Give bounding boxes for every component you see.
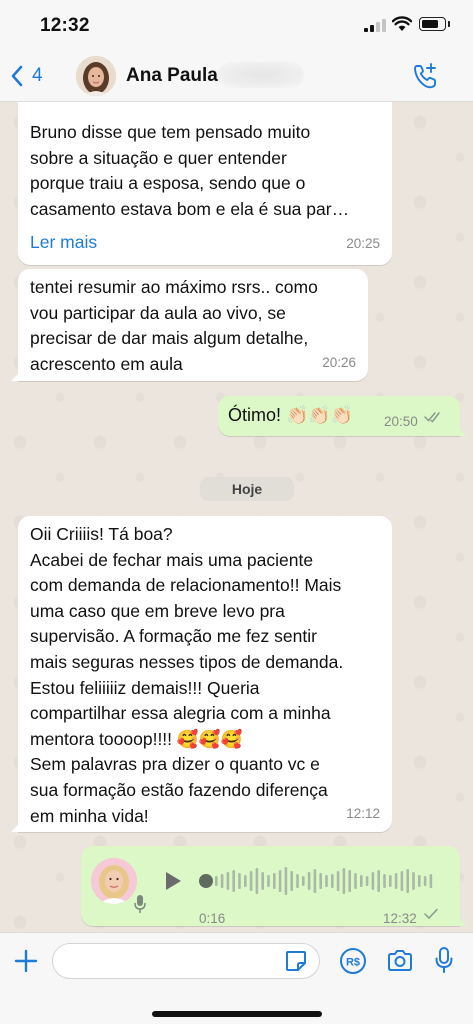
status-bar: 12:32 [0,0,473,50]
waveform-bar [215,876,218,886]
waveform-bar [371,872,375,890]
day-separator: Hoje [200,477,294,501]
voice-duration: 0:16 [199,911,226,926]
wifi-icon [392,16,412,31]
message-time: 20:50 [384,414,418,429]
message-text: Bruno disse que tem pensado muito sobre … [30,122,350,219]
waveform-bar [348,870,351,892]
waveform-bar [423,876,427,886]
waveform-bar [302,876,305,886]
message-bubble[interactable]: tentei resumir ao máximo rsrs.. como vou… [11,269,368,381]
contact-name[interactable]: Ana Paula [126,65,218,87]
waveform-bar [389,875,392,887]
waveform-bar [307,872,311,890]
waveform-bar [232,870,235,892]
unread-count: 4 [32,65,43,86]
message-bubble[interactable]: Oii Criiiis! Tá boa? Acabei de fechar ma… [11,516,392,832]
waveform-bar [412,872,415,890]
waveform-bar [261,872,264,890]
message-text: Oii Criiiis! Tá boa? Acabei de fechar ma… [30,524,344,826]
waveform-bar [394,873,398,889]
home-indicator [152,1011,322,1017]
playback-position[interactable] [199,874,213,888]
waveform-bar [325,875,328,887]
message-input[interactable] [52,943,320,979]
message-text: tentei resumir ao máximo rsrs.. como vou… [30,277,318,374]
play-icon[interactable] [163,870,183,892]
redacted-surname [218,62,304,88]
waveform-bar [226,872,230,890]
microphone-icon[interactable] [434,946,454,974]
status-time: 12:32 [40,15,90,36]
back-chevron-icon [11,65,23,87]
waveform-bar [284,867,288,895]
message-time: 12:32 [383,911,417,926]
waveform-bar [360,875,363,887]
back-button[interactable]: 4 [10,62,43,90]
waveform-bar [383,874,386,888]
read-more-link[interactable]: Ler mais [30,230,97,256]
message-time: 20:26 [322,355,356,371]
camera-icon[interactable] [386,949,414,973]
waveform-bar [249,871,253,891]
waveform-bar [406,869,409,893]
message-bubble[interactable]: Bruno disse que tem pensado muito sobre … [18,102,392,265]
chat-header: 4 Ana Paula [0,50,473,102]
battery-tip [448,21,450,27]
waveform-bar [278,870,282,892]
contact-avatar[interactable] [76,56,116,96]
waveform-bar [290,871,293,891]
message-text: Ótimo! 👏🏻👏🏻👏🏻 [228,405,354,425]
waveform-bar [319,873,322,889]
voice-message-bubble[interactable]: 0:16 12:32 [81,846,467,926]
pix-payment-icon[interactable]: R$ [339,947,367,975]
waveform-bar [255,868,259,894]
waveform-bar [296,874,299,888]
waveform-bar [400,871,404,891]
message-time: 20:25 [346,236,380,252]
battery-icon [419,17,446,31]
sticker-icon[interactable] [284,949,308,973]
waveform-bar [331,874,334,888]
chat-area[interactable]: Bruno disse que tem pensado muito sobre … [0,102,473,932]
waveform-bar [238,873,241,889]
message-time: 12:12 [346,806,380,822]
svg-text:R$: R$ [346,957,360,969]
waveform-bar [244,875,247,887]
waveform-bar [429,874,433,888]
waveform-bar [342,868,346,894]
sender-avatar [91,858,137,904]
waveform-bar [354,873,357,889]
voice-waveform[interactable] [215,864,437,898]
waveform-bar [377,870,380,892]
signal-icon [364,19,386,32]
double-check-icon [424,412,440,423]
check-icon [424,908,438,920]
waveform-bar [220,874,224,888]
waveform-bar [267,875,270,887]
add-call-icon[interactable] [410,61,440,91]
message-bubble[interactable]: Ótimo! 👏🏻👏🏻👏🏻 20:50 [218,396,467,436]
waveform-bar [313,869,317,893]
microphone-icon [134,895,146,913]
waveform-bar [336,871,340,891]
waveform-bar [418,875,421,887]
waveform-bar [365,876,369,886]
plus-icon[interactable] [13,948,39,974]
waveform-bar [273,873,276,889]
